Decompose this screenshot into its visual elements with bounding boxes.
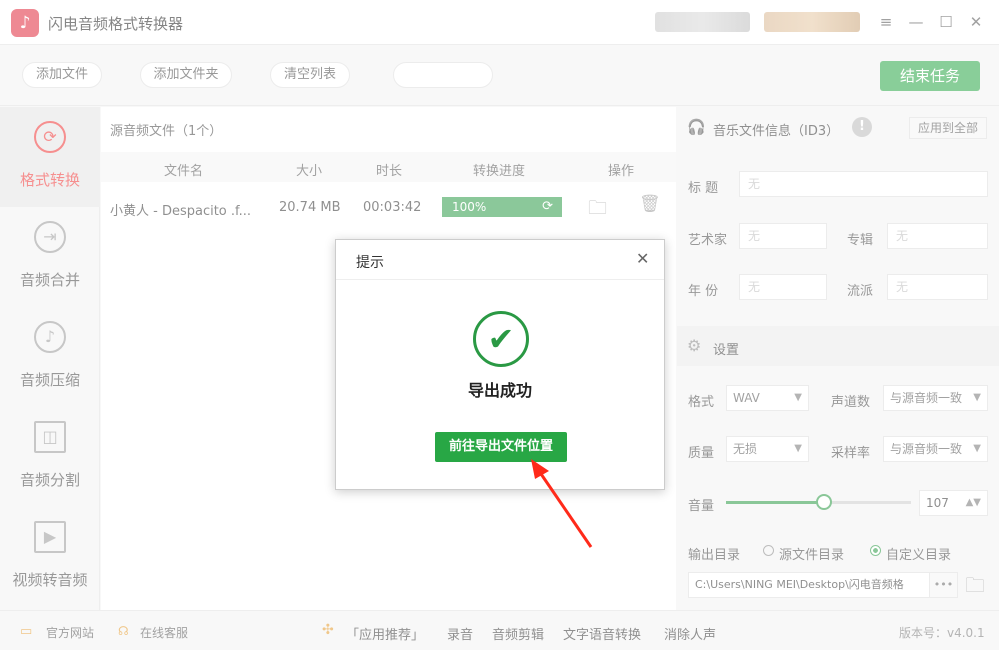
success-dialog: 提示 ✕ ✔ 导出成功 前往导出文件位置 bbox=[335, 239, 665, 490]
annotation-arrow-icon bbox=[531, 459, 593, 548]
app-window: ♪ 闪电音频格式转换器 ≡ — ☐ ✕ 添加文件 添加文件夹 清空列表 结束任务… bbox=[0, 0, 999, 650]
dialog-header: 提示 ✕ bbox=[336, 240, 664, 280]
dialog-title: 提示 bbox=[356, 255, 384, 271]
close-icon[interactable]: ✕ bbox=[636, 249, 649, 268]
dialog-message: 导出成功 bbox=[467, 381, 532, 400]
check-circle-icon: ✔ bbox=[473, 311, 529, 367]
